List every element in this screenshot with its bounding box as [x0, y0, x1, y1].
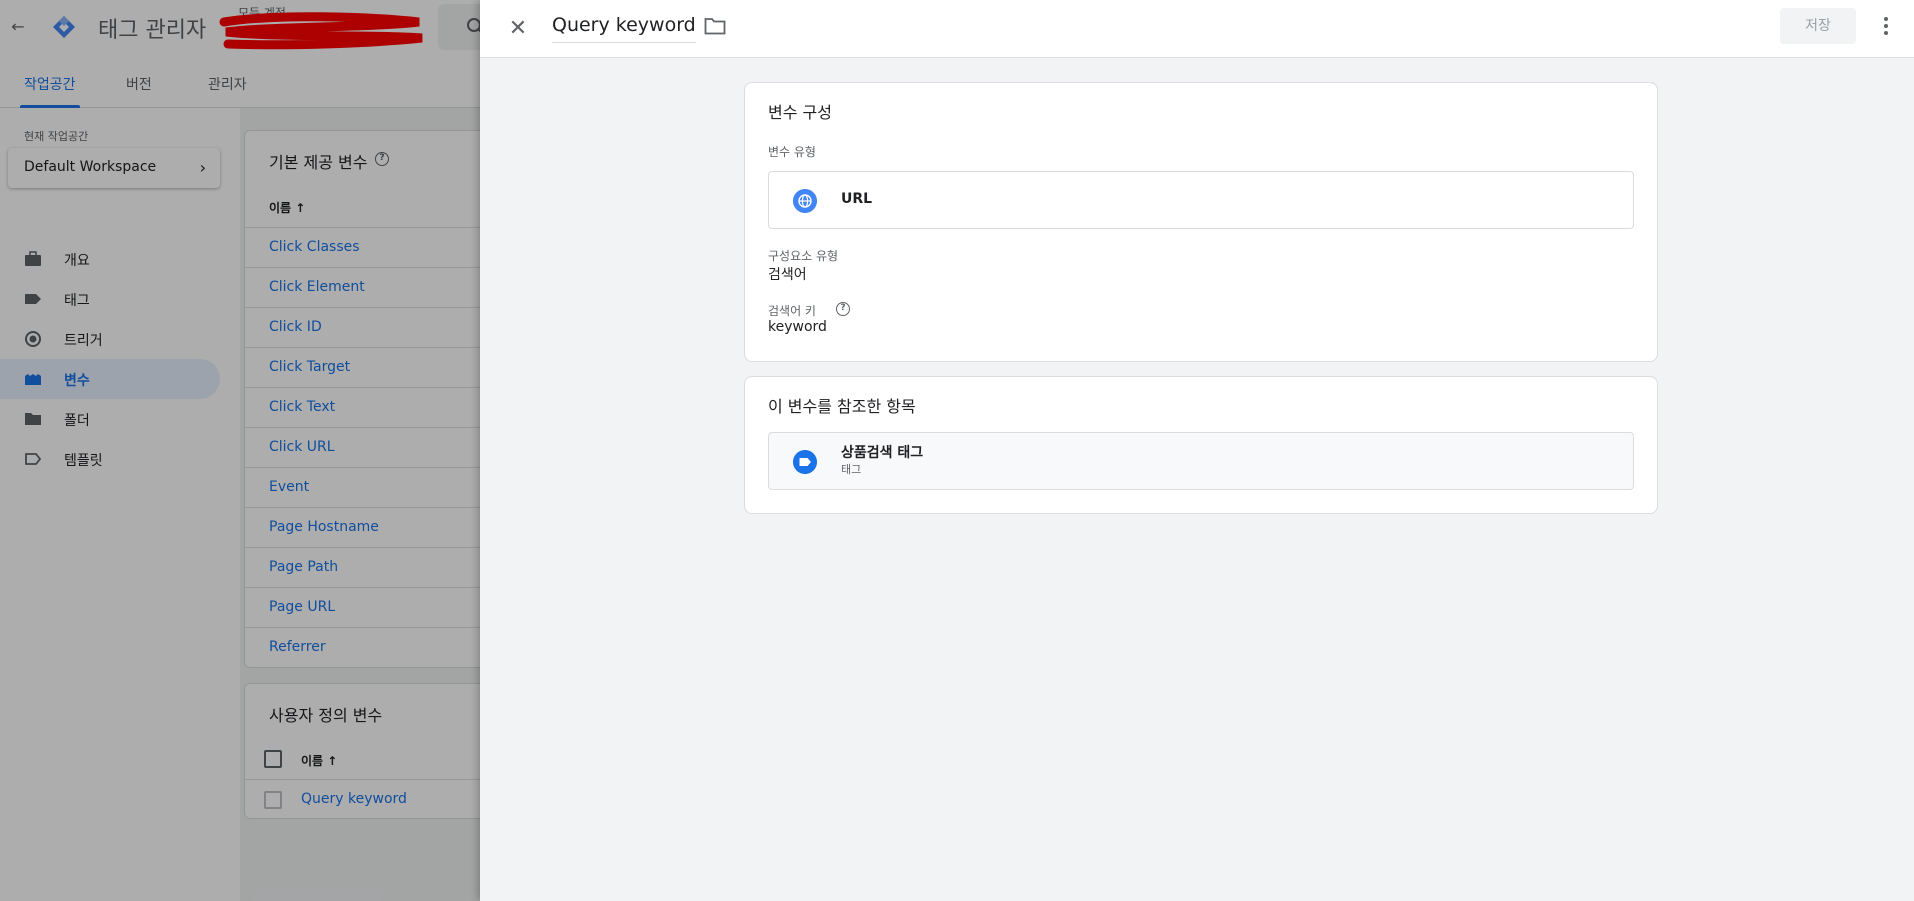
more-vert-icon[interactable]: [1874, 12, 1898, 40]
modal-scrim[interactable]: [0, 0, 480, 901]
variable-editor-panel: ✕ Query keyword 저장 변수 구성 변수 유형 URL 구성요소 …: [480, 0, 1914, 901]
reference-item-name: 상품검색 태그: [841, 445, 924, 461]
variable-config-title: 변수 구성: [768, 103, 832, 122]
reference-item[interactable]: 상품검색 태그 태그: [768, 432, 1634, 490]
tag-icon: [793, 450, 817, 474]
panel-header: ✕ Query keyword 저장: [480, 0, 1914, 58]
query-key-label: 검색어 키: [768, 304, 816, 318]
variable-name-field[interactable]: Query keyword: [552, 14, 696, 43]
component-type-value: 검색어: [768, 267, 807, 283]
variable-type-label: 변수 유형: [768, 145, 816, 159]
save-button[interactable]: 저장: [1780, 8, 1856, 44]
references-title: 이 변수를 참조한 항목: [768, 397, 916, 416]
query-key-value: keyword: [768, 319, 827, 335]
close-icon[interactable]: ✕: [504, 15, 532, 43]
reference-item-type: 태그: [841, 463, 862, 476]
folder-icon[interactable]: [704, 17, 726, 35]
background-app: ← 태그 관리자 모든 계정 작업공간 버전 관리자 현재 작업공간 Defau…: [0, 0, 480, 901]
variable-config-card: 변수 구성 변수 유형 URL 구성요소 유형 검색어 검색어 키 ? keyw…: [744, 82, 1658, 362]
component-type-label: 구성요소 유형: [768, 249, 839, 263]
variable-type-name: URL: [841, 191, 873, 207]
help-icon[interactable]: ?: [836, 302, 850, 316]
variable-type-selector[interactable]: URL: [768, 171, 1634, 229]
globe-icon: [793, 189, 817, 213]
references-card: 이 변수를 참조한 항목 상품검색 태그 태그: [744, 376, 1658, 514]
